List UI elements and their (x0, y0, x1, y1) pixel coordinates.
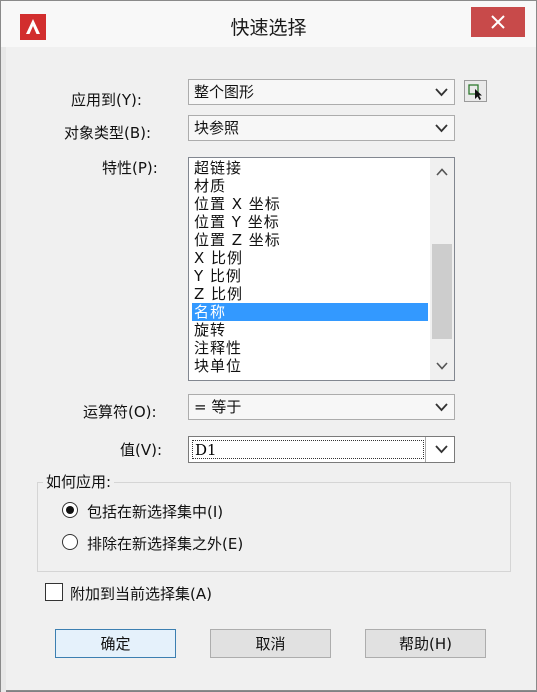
radio-dot (66, 506, 74, 514)
properties-scrollbar[interactable] (430, 158, 454, 380)
apply-mode-title: 如何应用: (43, 471, 115, 492)
operator-select[interactable]: = 等于 (188, 394, 455, 420)
object-type-label: 对象类型(B): (64, 124, 152, 142)
list-item[interactable]: Y 比例 (192, 267, 428, 285)
window-title: 快速选择 (230, 17, 307, 39)
select-objects-button[interactable] (464, 80, 487, 102)
scroll-down-icon[interactable] (436, 362, 448, 370)
close-icon (491, 15, 505, 29)
chevron-down-icon[interactable] (435, 445, 448, 454)
properties-listbox[interactable]: 超链接 材质 位置 X 坐标 位置 Y 坐标 位置 Z 坐标 X 比例 Y 比例… (188, 157, 455, 381)
exclude-radio-label[interactable]: 排除在新选择集之外(E) (87, 533, 243, 554)
scroll-up-icon[interactable] (436, 168, 448, 176)
title-bar[interactable]: 快速选择 (1, 1, 536, 47)
value-combobox[interactable]: D1 (188, 436, 455, 463)
operator-value: = 等于 (194, 398, 242, 416)
list-item[interactable]: Z 比例 (192, 285, 428, 303)
append-checkbox-label[interactable]: 附加到当前选择集(A) (70, 583, 212, 604)
chevron-down-icon (435, 124, 448, 133)
object-type-value: 块参照 (194, 119, 240, 137)
include-radio-label[interactable]: 包括在新选择集中(I) (87, 501, 223, 522)
exclude-radio[interactable] (62, 534, 78, 550)
list-item[interactable]: X 比例 (192, 249, 428, 267)
list-item[interactable]: 旋转 (192, 321, 428, 339)
list-item[interactable]: 位置 X 坐标 (192, 195, 428, 213)
chevron-down-icon (435, 403, 448, 412)
cancel-button[interactable]: 取消 (210, 629, 331, 658)
quick-select-dialog: 快速选择 应用到(Y): 整个图形 对象类型(B): 块参照 特性(P): 超链… (0, 0, 537, 692)
operator-label: 运算符(O): (83, 403, 157, 421)
properties-label: 特性(P): (102, 159, 158, 177)
apply-mode-group (37, 482, 511, 572)
window-edge (1, 47, 6, 692)
ok-button[interactable]: 确定 (55, 629, 176, 658)
chevron-down-icon (435, 88, 448, 97)
list-item[interactable]: 注释性 (192, 339, 428, 357)
list-item[interactable]: 超链接 (192, 159, 428, 177)
list-item[interactable]: 位置 Y 坐标 (192, 213, 428, 231)
append-checkbox[interactable] (45, 583, 63, 601)
value-label: 值(V): (120, 441, 163, 459)
include-radio[interactable] (62, 502, 78, 518)
combo-divider (425, 437, 426, 462)
close-button[interactable] (471, 7, 525, 37)
value-input[interactable]: D1 (192, 440, 424, 459)
apply-to-value: 整个图形 (194, 83, 255, 101)
apply-to-label: 应用到(Y): (71, 91, 142, 109)
help-button[interactable]: 帮助(H) (365, 629, 486, 658)
scroll-thumb[interactable] (432, 244, 452, 339)
list-item[interactable]: 位置 Z 坐标 (192, 231, 428, 249)
object-type-select[interactable]: 块参照 (188, 115, 455, 141)
select-objects-icon (468, 84, 482, 100)
list-item[interactable]: 块单位 (192, 357, 428, 375)
list-item[interactable]: 材质 (192, 177, 428, 195)
list-item-selected[interactable]: 名称 (192, 303, 428, 321)
apply-to-select[interactable]: 整个图形 (188, 79, 455, 105)
